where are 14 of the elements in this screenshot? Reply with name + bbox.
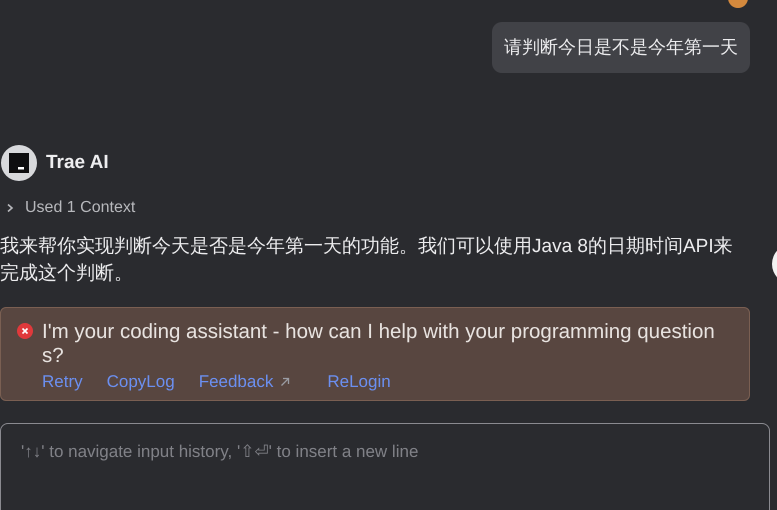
external-link-icon [279,376,292,388]
action-link[interactable]: Retry [42,372,83,392]
chat-input[interactable]: '↑↓' to navigate input history, '⇧⏎' to insert a new line [0,423,770,510]
action-link[interactable]: Feedback [198,372,292,392]
error-message: I'm your coding assistant - how can I help with your programming questions? [42,320,716,368]
reply-text: 我来帮你实现判断今天是否是今年第一天的功能。我们可以使用Java 8的日期时间API来完成这个判断。 [0,235,734,286]
user-message: 请判断今日是不是今年第一天 [492,22,750,73]
assistant-name: Trae AI [46,152,109,174]
action-link[interactable]: ReLogin [327,372,391,392]
chevron-icon [5,203,15,213]
error-icon [17,323,33,339]
action-link[interactable]: CopyLog [106,372,175,392]
context-toggle[interactable]: Used 1 Context [5,199,136,217]
terminal-logo-icon [1,145,37,181]
